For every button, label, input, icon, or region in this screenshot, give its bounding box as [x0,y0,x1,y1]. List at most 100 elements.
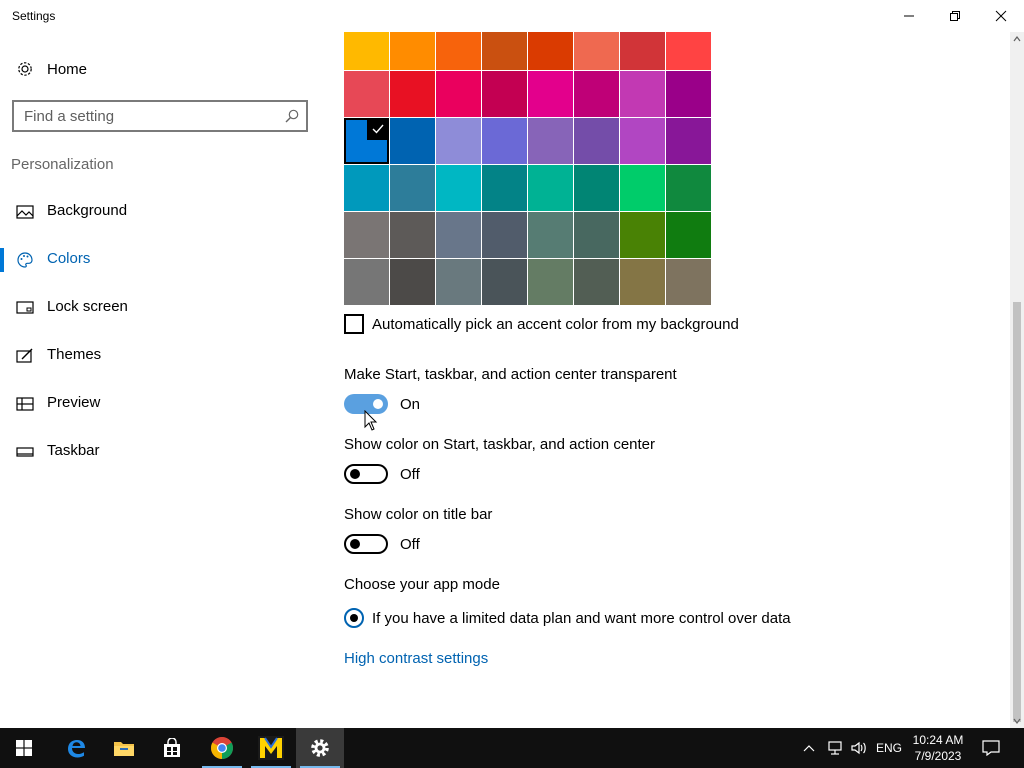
color-swatch[interactable] [436,259,481,305]
color-swatch[interactable] [528,165,573,211]
picture-icon [16,203,34,221]
sidebar-item-taskbar[interactable]: Taskbar [0,432,320,472]
show-start-color-label: Show color on Start, taskbar, and action… [344,436,656,453]
color-swatch[interactable] [482,259,527,305]
color-swatch[interactable] [344,71,389,117]
color-swatch[interactable] [436,212,481,258]
color-swatch[interactable] [436,71,481,117]
volume-tray[interactable] [850,728,868,768]
color-swatch[interactable] [528,32,573,70]
color-swatch[interactable] [390,118,435,164]
lock-screen-icon [16,299,34,317]
color-swatch[interactable] [390,32,435,70]
color-swatch[interactable] [528,71,573,117]
color-swatch[interactable] [620,118,665,164]
color-swatch[interactable] [574,212,619,258]
color-swatch[interactable] [528,259,573,305]
app-mode-radio-row[interactable]: If you have a limited data plan and want… [344,608,792,628]
color-swatch[interactable] [482,118,527,164]
color-swatch[interactable] [620,259,665,305]
nav-home[interactable]: Home [0,52,320,86]
color-swatch[interactable] [620,212,665,258]
color-swatch[interactable] [666,71,711,117]
color-swatch[interactable] [344,259,389,305]
color-swatch[interactable] [620,71,665,117]
color-swatch[interactable] [666,212,711,258]
swatch-row [344,32,712,70]
store-icon [164,738,180,757]
network-tray[interactable] [826,728,844,768]
search-icon[interactable] [284,108,300,124]
sidebar-item-themes[interactable]: Themes [0,336,320,376]
transparency-label: Make Start, taskbar, and action center t… [344,366,677,383]
color-swatch[interactable] [528,212,573,258]
taskbar-file-explorer[interactable] [100,728,148,768]
title-bar-color-toggle-row[interactable]: Off [344,534,420,554]
color-swatch[interactable] [666,165,711,211]
color-swatch[interactable] [620,32,665,70]
taskbar-m-app[interactable] [247,728,295,768]
sidebar-item-lock-screen[interactable]: Lock screen [0,288,320,328]
start-button[interactable] [0,728,48,768]
color-swatch[interactable] [666,32,711,70]
minimize-button[interactable] [886,0,932,32]
swatch-row [344,71,712,117]
taskbar-settings[interactable] [296,728,344,768]
color-swatch[interactable] [574,118,619,164]
show-start-color-toggle-row[interactable]: Off [344,464,420,484]
color-swatch[interactable] [390,259,435,305]
color-swatch[interactable] [528,118,573,164]
color-swatch[interactable] [436,32,481,70]
color-swatch[interactable] [666,118,711,164]
sidebar-item-label: Taskbar [47,442,100,459]
window-title: Settings [12,9,56,23]
search-input[interactable]: Find a setting [12,100,308,132]
vertical-scrollbar[interactable] [1010,32,1024,728]
taskbar-clock[interactable]: 10:24 AM 7/9/2023 [906,732,970,764]
app-mode-radio[interactable] [344,608,364,628]
auto-accent-checkbox[interactable] [344,314,364,334]
auto-accent-checkbox-row[interactable]: Automatically pick an accent color from … [344,314,739,334]
color-swatch[interactable] [574,32,619,70]
high-contrast-link[interactable]: High contrast settings [344,650,488,667]
color-swatch[interactable] [344,118,389,164]
sidebar-item-label: Themes [47,346,102,363]
color-swatch[interactable] [390,71,435,117]
action-center-button[interactable] [982,728,1000,768]
taskbar-chrome[interactable] [198,728,246,768]
restore-button[interactable] [932,0,978,32]
show-hidden-icons-button[interactable] [802,728,816,768]
palette-icon [16,251,34,269]
color-swatch[interactable] [344,32,389,70]
color-swatch[interactable] [436,165,481,211]
language-indicator[interactable]: ENG [876,728,902,768]
taskbar-store[interactable] [148,728,196,768]
checkmark-icon [367,118,389,140]
color-swatch[interactable] [344,212,389,258]
sidebar-item-background[interactable]: Background [0,192,320,232]
taskbar-edge[interactable] [52,728,100,768]
color-swatch[interactable] [574,259,619,305]
preview-icon [16,395,34,413]
color-swatch[interactable] [620,165,665,211]
title-bar-color-toggle[interactable] [344,534,388,554]
show-start-color-toggle[interactable] [344,464,388,484]
close-button[interactable] [978,0,1024,32]
color-swatch[interactable] [574,165,619,211]
color-swatch[interactable] [666,259,711,305]
color-swatch[interactable] [344,165,389,211]
scrollbar-thumb[interactable] [1013,302,1021,722]
color-swatch[interactable] [482,32,527,70]
sidebar-item-label: Background [47,202,128,219]
color-swatch[interactable] [436,118,481,164]
color-swatch[interactable] [482,212,527,258]
color-swatch[interactable] [482,165,527,211]
clock-time: 10:24 AM [912,733,964,747]
sidebar-item-colors[interactable]: Colors [0,240,320,280]
sidebar-item-preview[interactable]: Preview [0,384,320,424]
color-swatch[interactable] [390,212,435,258]
color-swatch[interactable] [390,165,435,211]
transparency-toggle-row[interactable]: On [344,394,420,414]
color-swatch[interactable] [574,71,619,117]
color-swatch[interactable] [482,71,527,117]
